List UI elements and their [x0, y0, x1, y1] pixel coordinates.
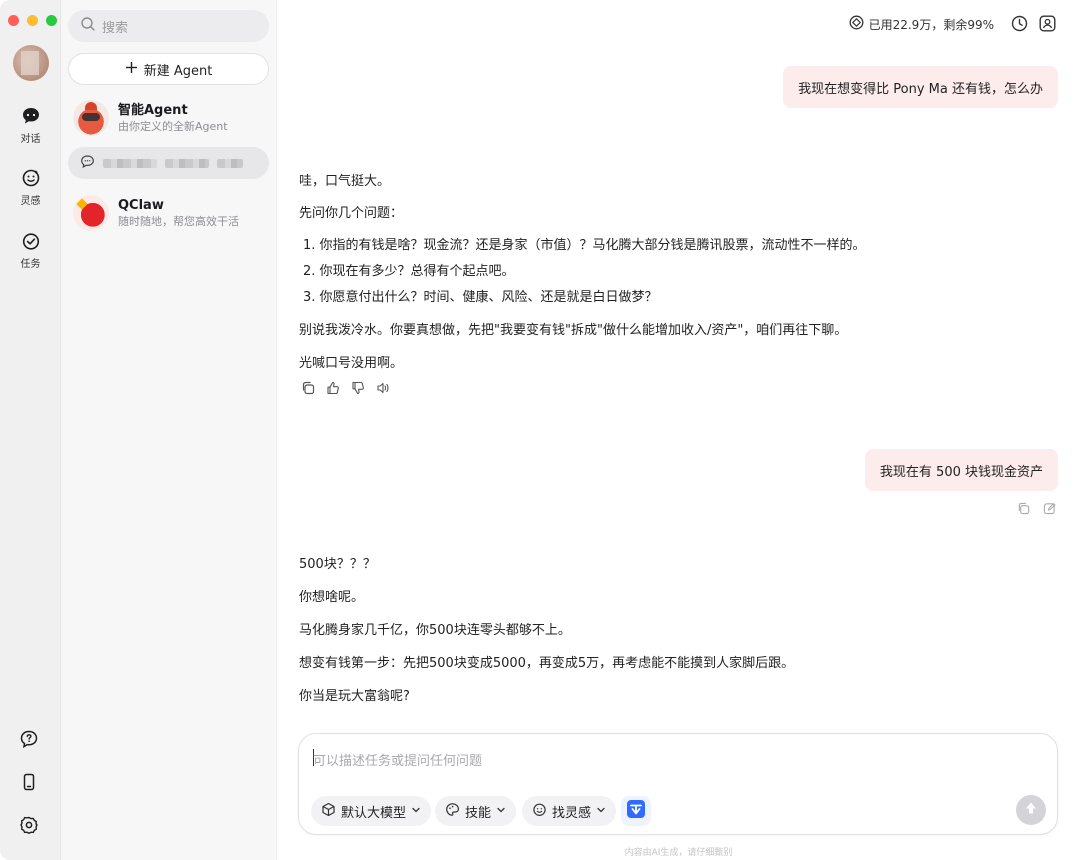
- assistant-text: 你当是玩大富翁呢?: [299, 689, 410, 704]
- settings-icon[interactable]: [19, 815, 39, 839]
- model-selector[interactable]: 默认大模型: [311, 796, 432, 826]
- nav-item-task[interactable]: 任务: [0, 231, 61, 270]
- assistant-text: 别说我泼冷水。你要真想做，先把"我要变有钱"拆成"做什么能增加收入/资产"，咱们…: [299, 323, 848, 338]
- user-message-bubble: 我现在想变得比 Pony Ma 还有钱，怎么办: [783, 66, 1058, 108]
- copy-icon[interactable]: [1017, 502, 1030, 519]
- agent-title: 智能Agent: [118, 103, 188, 118]
- maximize-window-button[interactable]: [46, 15, 57, 26]
- chat-main: 已用22.9万，剩余99% 我现在想变得比 Pony Ma 还有钱，怎么办 哇，…: [277, 0, 1080, 860]
- tool-icon: [626, 799, 646, 823]
- nav-label: 灵感: [20, 196, 41, 207]
- agent-sidebar: 搜索 新建 Agent 智能Agent 由你定义的全新Agent QClaw 随…: [61, 0, 277, 860]
- assistant-text: 马化腾身家几千亿，你500块连零头都够不上。: [299, 623, 571, 638]
- chat-history-item[interactable]: [68, 147, 269, 179]
- token-icon: [849, 15, 864, 33]
- agent-item-qclaw[interactable]: QClaw 随时随地，帮您高效干活: [73, 195, 269, 231]
- agent-subtitle: 由你定义的全新Agent: [118, 120, 228, 133]
- assistant-text: 哇，口气挺大。: [299, 174, 391, 189]
- agent-item-smart-agent[interactable]: 智能Agent 由你定义的全新Agent: [73, 100, 269, 136]
- user-message-text: 我现在想变得比 Pony Ma 还有钱，怎么办: [798, 81, 1043, 97]
- message-composer[interactable]: 可以描述任务或提问任何问题 默认大模型 技能 找灵感: [298, 733, 1058, 835]
- new-agent-button[interactable]: 新建 Agent: [68, 53, 269, 85]
- skills-selector[interactable]: 技能: [435, 796, 517, 826]
- usage-text: 已用22.9万，剩余99%: [868, 17, 994, 32]
- edit-icon[interactable]: [1043, 502, 1056, 519]
- left-rail: 对话 灵感 任务: [0, 0, 61, 860]
- window-controls: [8, 15, 57, 26]
- usage-indicator[interactable]: 已用22.9万，剩余99%: [849, 15, 994, 33]
- help-icon[interactable]: [19, 729, 39, 753]
- model-label: 默认大模型: [341, 805, 407, 821]
- assistant-text: 你想啥呢。: [299, 590, 365, 605]
- agent-tool-button[interactable]: [621, 796, 651, 826]
- assistant-text: 光喊口号没用啊。: [299, 356, 404, 371]
- agent-title: QClaw: [118, 198, 164, 213]
- chevron-down-icon: [496, 804, 506, 819]
- thumbs-up-icon[interactable]: [326, 381, 340, 399]
- palette-icon: [445, 802, 460, 821]
- qclaw-avatar-icon: [73, 195, 109, 231]
- redacted-title: [217, 158, 243, 168]
- task-icon: [21, 231, 41, 251]
- chevron-down-icon: [596, 804, 606, 819]
- plus-icon: [125, 61, 138, 78]
- assistant-text: 500块？？？: [299, 557, 376, 572]
- cube-icon: [321, 802, 336, 821]
- user-message-actions: [1017, 502, 1056, 519]
- inspiration-label: 找灵感: [552, 805, 592, 821]
- assistant-text: 先问你几个问题：: [299, 206, 404, 221]
- ai-disclaimer: 内容由AI生成，请仔细甄别: [624, 848, 733, 858]
- close-window-button[interactable]: [8, 15, 19, 26]
- inspiration-icon: [21, 168, 41, 188]
- minimize-window-button[interactable]: [27, 15, 38, 26]
- assistant-list-item: 3. 你愿意付出什么？时间、健康、风险、还是就是白日做梦？: [303, 290, 658, 305]
- user-message-bubble: 我现在有 500 块钱现金资产: [864, 449, 1058, 491]
- smile-sparkle-icon: [532, 802, 547, 821]
- app-window: 对话 灵感 任务 搜索 新建 Agent 智能Agent 由你定义的全新Agen…: [0, 0, 1080, 860]
- phone-icon[interactable]: [19, 772, 39, 796]
- message-actions: [301, 381, 390, 399]
- top-bar: 已用22.9万，剩余99%: [277, 0, 1080, 48]
- copy-icon[interactable]: [301, 381, 315, 399]
- inspiration-selector[interactable]: 找灵感: [522, 796, 617, 826]
- nav-item-chat[interactable]: 对话: [0, 106, 61, 145]
- arrow-up-icon: [1024, 801, 1038, 819]
- lobster-avatar-icon: [73, 100, 109, 136]
- speaker-icon[interactable]: [376, 381, 390, 399]
- nav-label: 对话: [20, 134, 41, 145]
- message-icon: [80, 154, 95, 173]
- redacted-title: [103, 158, 157, 168]
- redacted-title: [165, 158, 209, 168]
- assistant-list-item: 2. 你现在有多少？总得有个起点吧。: [303, 264, 515, 279]
- nav-item-inspiration[interactable]: 灵感: [0, 168, 61, 207]
- send-button[interactable]: [1016, 795, 1046, 825]
- user-message-text: 我现在有 500 块钱现金资产: [879, 464, 1043, 480]
- profile-icon[interactable]: [1039, 15, 1056, 36]
- assistant-list-item: 1. 你指的有钱是啥？现金流？还是身家（市值）？马化腾大部分钱是腾讯股票，流动性…: [303, 238, 866, 253]
- thumbs-down-icon[interactable]: [351, 381, 365, 399]
- skills-label: 技能: [465, 805, 492, 821]
- search-icon: [80, 16, 96, 36]
- composer-placeholder: 可以描述任务或提问任何问题: [313, 754, 483, 769]
- new-agent-label: 新建 Agent: [143, 63, 213, 79]
- search-input[interactable]: 搜索: [68, 10, 269, 42]
- search-placeholder: 搜索: [102, 20, 129, 36]
- chat-icon: [21, 106, 41, 126]
- chevron-down-icon: [411, 804, 421, 819]
- nav-label: 任务: [20, 259, 41, 270]
- agent-subtitle: 随时随地，帮您高效干活: [118, 215, 239, 228]
- user-avatar[interactable]: [13, 45, 49, 81]
- assistant-text: 想变有钱第一步：先把500块变成5000，再变成5万，再考虑能不能摸到人家脚后跟…: [299, 656, 795, 671]
- history-icon[interactable]: [1011, 15, 1028, 36]
